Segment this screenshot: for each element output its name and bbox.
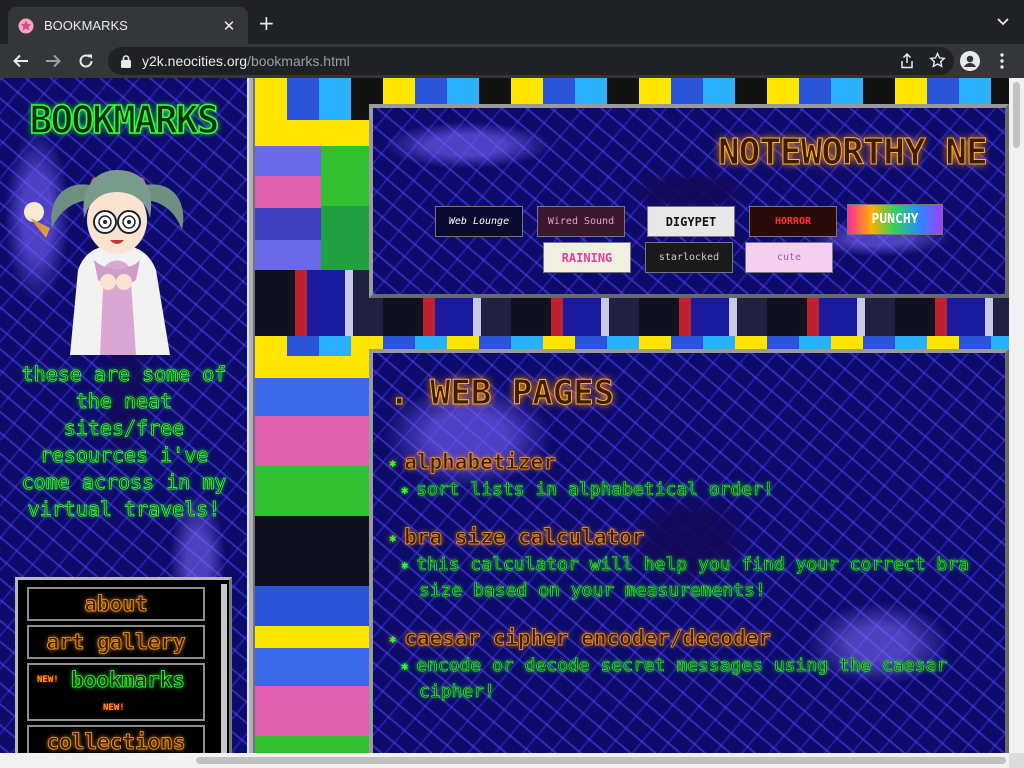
address-bar[interactable]: y2k.neocities.org/bookmarks.html bbox=[108, 47, 954, 75]
vertical-scrollbar[interactable] bbox=[1009, 78, 1024, 753]
web-lounge-button[interactable]: Web Lounge bbox=[435, 206, 523, 237]
browser-tab[interactable]: BOOKMARKS ✕ bbox=[8, 7, 248, 44]
back-arrow-icon[interactable] bbox=[10, 50, 32, 72]
digypet-button[interactable]: DIGYPET bbox=[647, 206, 735, 237]
horizontal-scrollbar[interactable] bbox=[0, 753, 1009, 768]
star-favicon-icon bbox=[18, 18, 34, 34]
vertical-scroll-thumb[interactable] bbox=[1013, 82, 1020, 148]
punchy-button[interactable]: PUNCHY bbox=[847, 204, 943, 235]
tab-bar: BOOKMARKS ✕ + bbox=[0, 0, 1024, 44]
web-page: BOOKMARKS these are some of the neat sit… bbox=[0, 78, 1024, 768]
cute-button[interactable]: cute bbox=[745, 242, 833, 273]
horror-button[interactable]: HORROR bbox=[749, 206, 837, 237]
web-pages-panel: . WEB PAGES ✱ alphabetizer ✱ sort lists in… bbox=[369, 349, 1009, 768]
bookmark-star-icon[interactable] bbox=[929, 51, 946, 72]
bullet-icon: ✱ bbox=[389, 456, 397, 470]
list-item: ✱ alphabetizer ✱ sort lists in alphabetica… bbox=[389, 448, 989, 503]
list-item: ✱ caesar cipher encoder/decoder ✱ encode o… bbox=[389, 624, 989, 705]
link-description: ✱ encode or decode secret messages using … bbox=[401, 655, 948, 703]
link-list: ✱ alphabetizer ✱ sort lists in alphabetica… bbox=[389, 448, 989, 725]
lock-icon bbox=[120, 54, 132, 68]
nav-bookmarks-label: bookmarks bbox=[71, 668, 186, 693]
list-item: ✱ bra size calculator ✱ this calculator wi… bbox=[389, 523, 989, 604]
scrollbar-corner bbox=[1009, 753, 1024, 768]
bullet-icon: ✱ bbox=[389, 632, 397, 646]
link-alphabetizer[interactable]: ✱ alphabetizer bbox=[389, 448, 989, 477]
share-icon[interactable] bbox=[899, 52, 915, 72]
sidebar-blurb: these are some of the neat sites/free re… bbox=[21, 362, 227, 522]
kebab-menu-icon[interactable] bbox=[991, 50, 1013, 72]
new-badge: NEW! bbox=[37, 675, 59, 685]
profile-avatar-icon[interactable] bbox=[959, 50, 981, 72]
sidebar-title: BOOKMARKS bbox=[29, 97, 220, 143]
link-description: ✱ this calculator will help you find your… bbox=[401, 554, 969, 602]
link-bra-size-calculator[interactable]: ✱ bra size calculator bbox=[389, 523, 989, 552]
bullet-icon: ✱ bbox=[389, 531, 397, 545]
sidebar: BOOKMARKS these are some of the neat sit… bbox=[0, 78, 247, 768]
raining-button[interactable]: RAINING bbox=[543, 242, 631, 273]
noteworthy-panel: NOTEWORTHY NE Web Lounge Wired Sound DIG… bbox=[369, 104, 1009, 298]
link-caesar-cipher[interactable]: ✱ caesar cipher encoder/decoder bbox=[389, 624, 989, 653]
horizontal-scroll-thumb[interactable] bbox=[196, 757, 1006, 764]
web-pages-heading: . WEB PAGES bbox=[388, 373, 615, 414]
url-host: y2k.neocities.org bbox=[142, 53, 248, 69]
new-tab-icon[interactable]: + bbox=[258, 11, 275, 35]
link-description: ✱ sort lists in alphabetical order! bbox=[401, 479, 774, 501]
nav-about-link[interactable]: about bbox=[27, 587, 205, 621]
new-badge-lower: NEW! bbox=[103, 703, 125, 713]
starlocked-button[interactable]: starlocked bbox=[645, 242, 733, 273]
url-path: /bookmarks.html bbox=[247, 53, 350, 69]
column-divider bbox=[247, 78, 255, 768]
tab-title: BOOKMARKS bbox=[44, 18, 128, 33]
chevron-down-icon[interactable] bbox=[996, 13, 1010, 32]
reload-icon[interactable] bbox=[75, 50, 97, 72]
forward-arrow-icon[interactable] bbox=[42, 50, 64, 72]
anime-girl-mascot-image bbox=[24, 170, 184, 355]
noteworthy-marquee: NOTEWORTHY NE bbox=[718, 132, 989, 174]
close-tab-icon[interactable]: ✕ bbox=[220, 17, 238, 35]
nav-art-gallery-link[interactable]: art gallery bbox=[27, 625, 205, 659]
browser-toolbar: y2k.neocities.org/bookmarks.html bbox=[0, 44, 1024, 78]
wired-sound-button[interactable]: Wired Sound bbox=[537, 206, 625, 237]
nav-menu: about art gallery NEW! bookmarks NEW! co… bbox=[15, 577, 232, 768]
nav-scrollbar[interactable] bbox=[221, 584, 227, 764]
nav-bookmarks-link[interactable]: NEW! bookmarks NEW! bbox=[27, 663, 205, 721]
